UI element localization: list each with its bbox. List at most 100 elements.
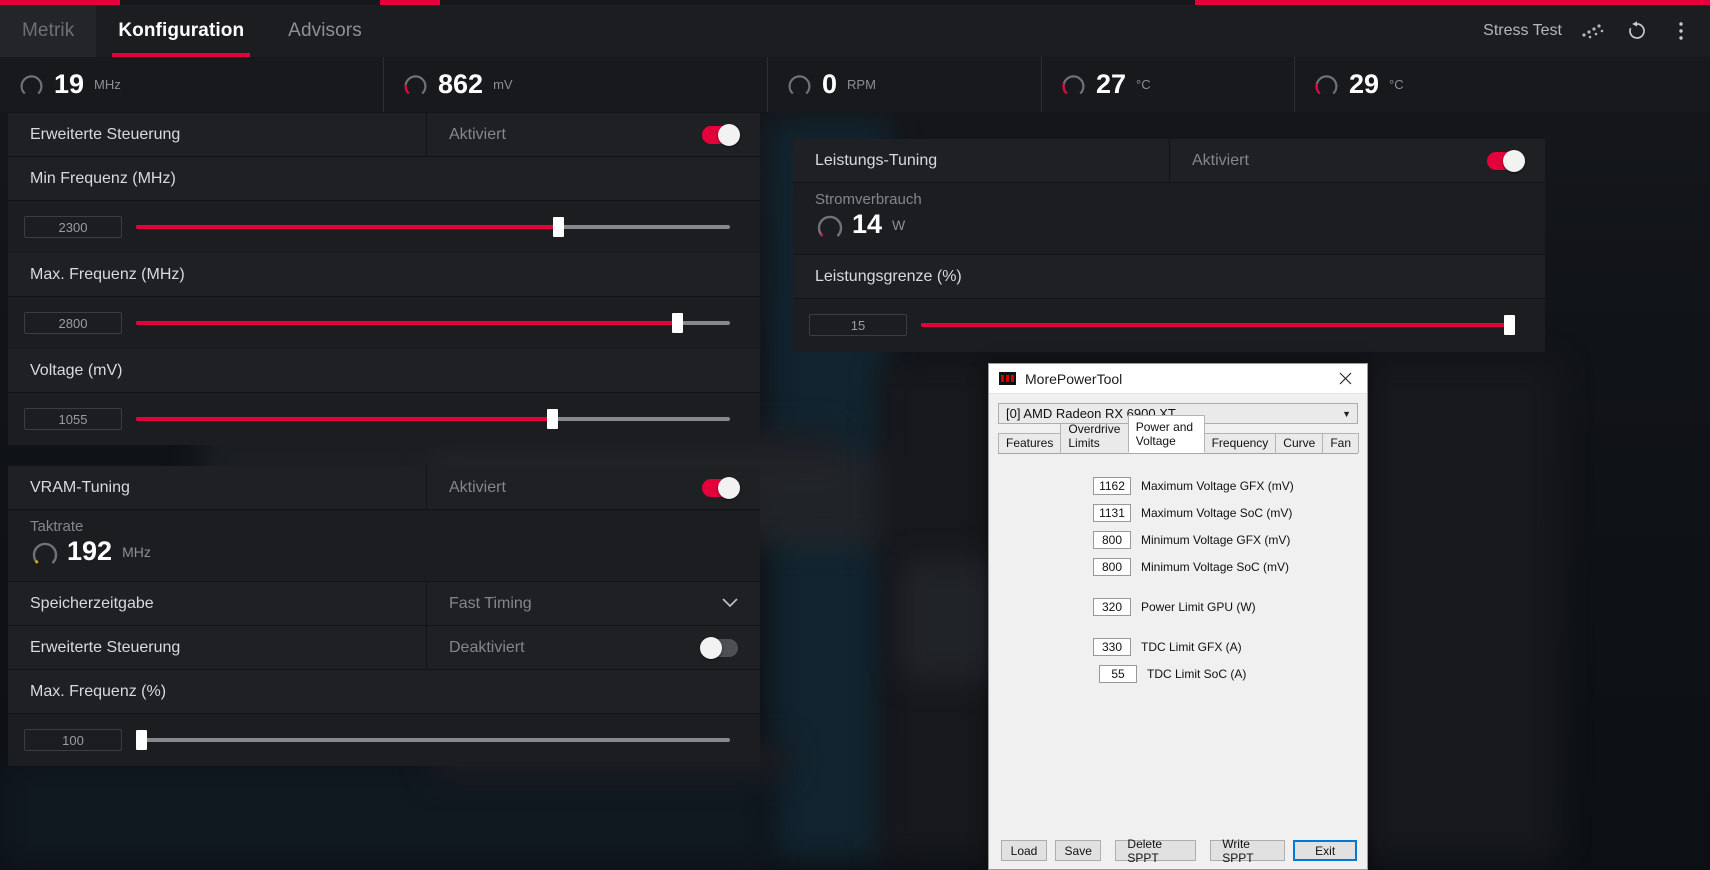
mpt-tab-curve[interactable]: Curve: [1275, 433, 1324, 453]
metric-unit: RPM: [847, 77, 876, 92]
app-header: Metrik Konfiguration Advisors Stress Tes…: [0, 5, 1710, 57]
slider-fill: [921, 323, 1510, 327]
kebab-menu-icon[interactable]: [1668, 18, 1694, 44]
mpt-tab-power-and-voltage[interactable]: Power and Voltage: [1127, 415, 1205, 453]
tdc-limit-soc-label: TDC Limit SoC (A): [1147, 667, 1247, 681]
mpt-button-bar: Load Save Delete SPPT Write SPPT Exit: [989, 837, 1369, 865]
metric-core-clock: 19 MHz: [0, 57, 384, 112]
tdc-limit-gfx-input[interactable]: 330: [1093, 638, 1131, 656]
gauge-icon: [1313, 71, 1340, 98]
gpu-min-freq-value[interactable]: 2300: [24, 216, 122, 238]
min-voltage-soc-input[interactable]: 800: [1093, 558, 1131, 576]
mpt-tab-features[interactable]: Features: [998, 433, 1062, 453]
mpt-titlebar[interactable]: MorePowerTool: [989, 364, 1367, 394]
gpu-voltage-value[interactable]: 1055: [24, 408, 122, 430]
vram-tuning-title: VRAM-Tuning: [30, 478, 130, 496]
mpt-tab-label: Curve: [1283, 436, 1316, 450]
close-icon[interactable]: [1323, 364, 1367, 394]
metric-temp-2: 29 °C: [1295, 57, 1710, 112]
slider-thumb[interactable]: [552, 217, 564, 237]
slider-thumb[interactable]: [671, 313, 683, 333]
toggle-knob: [1503, 149, 1525, 172]
mpt-field-row: 1162 Maximum Voltage GFX (mV): [998, 476, 1358, 496]
max-voltage-soc-input[interactable]: 1131: [1093, 504, 1131, 522]
gpu-max-freq-value[interactable]: 2800: [24, 312, 122, 334]
chevron-down-icon[interactable]: [722, 595, 738, 612]
mpt-field-row: 1131 Maximum Voltage SoC (mV): [998, 503, 1358, 523]
vram-max-freq-slider[interactable]: [136, 729, 730, 751]
min-voltage-gfx-input[interactable]: 800: [1093, 531, 1131, 549]
mpt-tab-label: Power and Voltage: [1135, 420, 1194, 448]
mpt-tab-fan[interactable]: Fan: [1322, 433, 1359, 453]
delete-sppt-button[interactable]: Delete SPPT: [1115, 837, 1197, 865]
power-draw-row: Stromverbrauch 14 W: [793, 183, 1545, 255]
gpu-voltage-label: Voltage (mV): [30, 361, 123, 379]
vram-memory-timing-value: Fast Timing: [449, 594, 532, 612]
exit-button[interactable]: Exit: [1293, 840, 1357, 861]
gpu-advanced-control-row[interactable]: Erweiterte Steuerung Aktiviert: [8, 112, 760, 157]
gpu-voltage-slider[interactable]: [136, 408, 730, 430]
load-button[interactable]: Load: [1001, 840, 1047, 861]
metric-value: 27: [1096, 69, 1127, 99]
slider-fill: [136, 417, 552, 421]
metric-unit: MHz: [94, 77, 121, 92]
dots-diagonal-icon[interactable]: [1580, 18, 1606, 44]
vram-max-freq-value[interactable]: 100: [24, 729, 122, 751]
min-voltage-gfx-label: Minimum Voltage GFX (mV): [1141, 533, 1291, 547]
metric-unit: °C: [1136, 77, 1151, 92]
metric-unit: mV: [493, 77, 513, 92]
vram-max-freq-label: Max. Frequenz (%): [30, 682, 167, 700]
save-button[interactable]: Save: [1055, 840, 1102, 861]
gpu-max-freq-label: Max. Frequenz (MHz): [30, 265, 185, 283]
vram-tuning-header-row[interactable]: VRAM-Tuning Aktiviert: [8, 465, 760, 510]
max-voltage-gfx-input[interactable]: 1162: [1093, 477, 1131, 495]
power-tuning-header-row[interactable]: Leistungs-Tuning Aktiviert: [793, 138, 1545, 183]
vram-tuning-state: Aktiviert: [449, 478, 506, 496]
write-sppt-button[interactable]: Write SPPT: [1210, 837, 1286, 865]
gpu-min-freq-slider[interactable]: [136, 216, 730, 238]
power-limit-label-row: Leistungsgrenze (%): [793, 255, 1545, 299]
tab-metrik[interactable]: Metrik: [0, 5, 97, 57]
vram-advanced-control-toggle[interactable]: [700, 636, 738, 659]
vram-clock-caption: Taktrate: [30, 518, 84, 535]
gpu-min-freq-slider-row: 2300: [8, 201, 760, 253]
power-tuning-state: Aktiviert: [1192, 151, 1249, 169]
slider-thumb[interactable]: [1504, 315, 1516, 335]
tab-advisors[interactable]: Advisors: [266, 5, 384, 57]
refresh-icon[interactable]: [1624, 18, 1650, 44]
tdc-limit-gfx-label: TDC Limit GFX (A): [1141, 640, 1242, 654]
slider-thumb[interactable]: [546, 409, 558, 429]
vram-memory-timing-row[interactable]: Speicherzeitgabe Fast Timing: [8, 581, 760, 626]
gpu-voltage-label-row: Voltage (mV): [8, 349, 760, 393]
mpt-field-row: 55 TDC Limit SoC (A): [998, 664, 1358, 684]
gpu-max-freq-slider[interactable]: [136, 312, 730, 334]
mpt-tab-overdrive-limits[interactable]: Overdrive Limits: [1060, 419, 1129, 453]
metrics-strip: 19 MHz 862 mV 0 RPM 27 °C 29 °C: [0, 57, 1710, 112]
power-limit-value[interactable]: 15: [809, 314, 907, 336]
power-tuning-toggle[interactable]: [1487, 149, 1525, 172]
tab-konfiguration[interactable]: Konfiguration: [96, 5, 266, 57]
gpu-min-freq-label: Min Frequenz (MHz): [30, 169, 176, 187]
metric-value: 0: [822, 69, 838, 99]
metric-value: 862: [438, 69, 484, 99]
metric-value: 19: [54, 69, 85, 99]
chevron-down-icon[interactable]: ▼: [1342, 409, 1351, 419]
slider-thumb[interactable]: [136, 730, 147, 750]
metric-value: 29: [1349, 69, 1380, 99]
mpt-tab-frequency[interactable]: Frequency: [1203, 433, 1277, 453]
stress-test-label[interactable]: Stress Test: [1483, 22, 1562, 40]
vram-tuning-panel: VRAM-Tuning Aktiviert Taktrate 192 MHz S…: [8, 465, 760, 766]
power-limit-slider[interactable]: [921, 314, 1516, 336]
header-actions: Stress Test: [1483, 18, 1710, 44]
power-draw-value: 14: [852, 209, 883, 239]
slider-fill: [136, 225, 558, 229]
metric-voltage: 862 mV: [384, 57, 768, 112]
tdc-limit-soc-input[interactable]: 55: [1099, 665, 1137, 683]
mpt-app-icon: [999, 372, 1016, 385]
gauge-icon: [18, 71, 45, 98]
gpu-advanced-control-toggle[interactable]: [702, 123, 740, 146]
vram-tuning-toggle[interactable]: [702, 476, 740, 499]
power-limit-gpu-input[interactable]: 320: [1093, 598, 1131, 616]
vram-advanced-control-row[interactable]: Erweiterte Steuerung Deaktiviert: [8, 625, 760, 670]
power-draw-caption: Stromverbrauch: [815, 191, 922, 208]
